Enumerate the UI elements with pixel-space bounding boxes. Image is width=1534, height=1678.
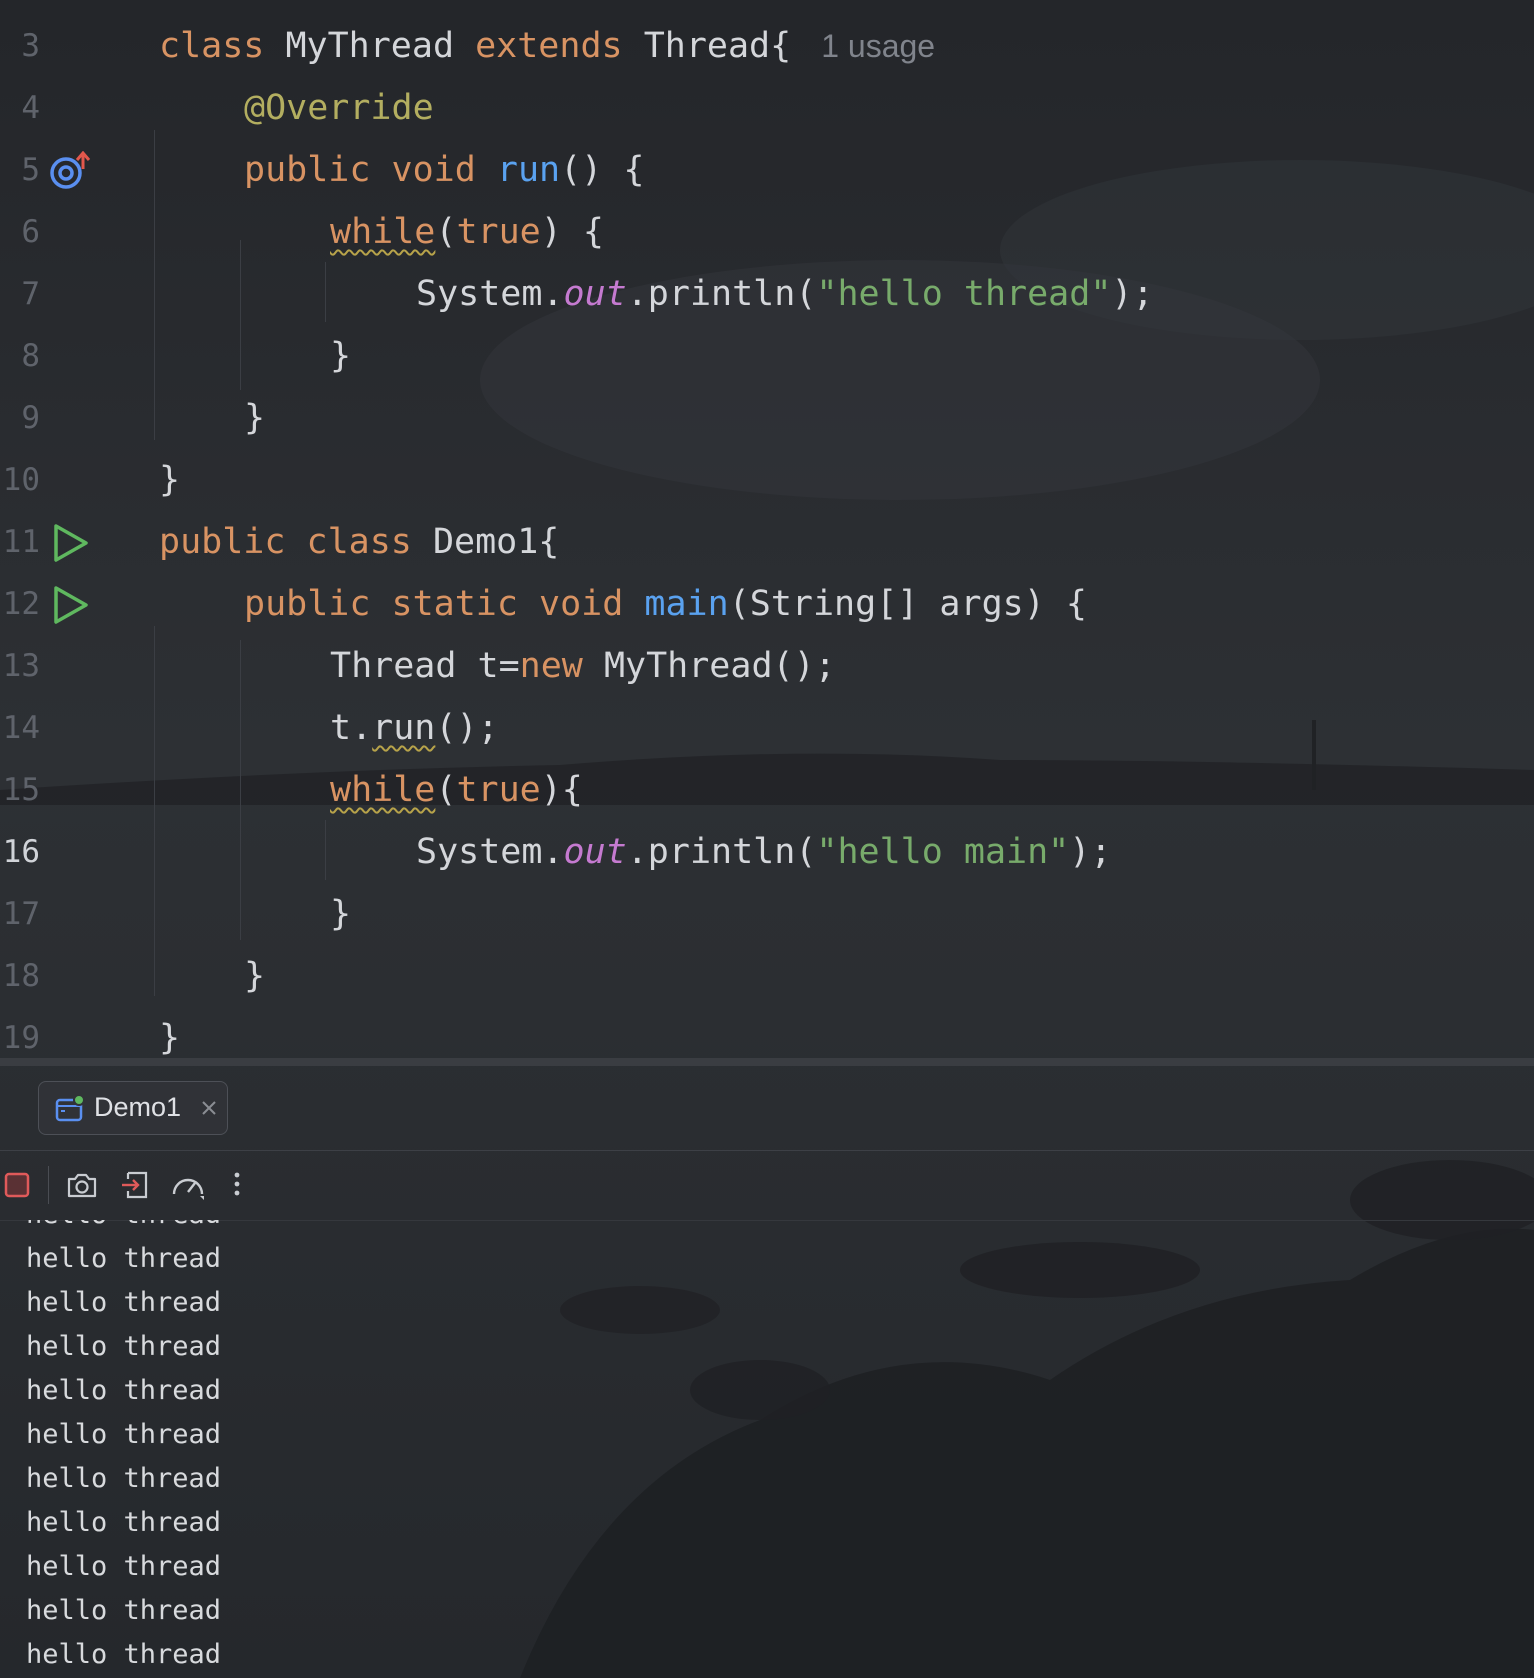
- code-text: }: [330, 336, 352, 376]
- code-text: public class Demo1{: [159, 522, 560, 562]
- line-number: 6: [21, 214, 40, 250]
- console-line: hello thread: [26, 1220, 221, 1237]
- code-line[interactable]: 7 System.out.println("hello thread");: [0, 263, 1534, 325]
- code-text: t.run();: [330, 708, 499, 748]
- console-line: hello thread: [26, 1551, 222, 1582]
- code-line[interactable]: 3 class MyThread extends Thread{1 usage: [0, 15, 1534, 77]
- code-line[interactable]: 11 public class Demo1{: [0, 511, 1534, 573]
- code-text: }: [159, 1018, 181, 1058]
- line-number: 7: [21, 276, 40, 312]
- run-tab-demo1[interactable]: Demo1: [38, 1081, 228, 1135]
- code-line[interactable]: 17 }: [0, 883, 1534, 945]
- more-options-icon[interactable]: [232, 1170, 242, 1204]
- usage-hint[interactable]: 1 usage: [821, 28, 935, 64]
- console-line: hello thread: [26, 1243, 222, 1274]
- line-number: 19: [2, 1020, 40, 1056]
- code-line[interactable]: 13 Thread t=new MyThread();: [0, 635, 1534, 697]
- console-line: hello thread: [26, 1375, 222, 1406]
- code-text: System.out.println("hello main");: [416, 832, 1112, 872]
- override-method-icon[interactable]: [50, 150, 92, 195]
- restore-layout-icon[interactable]: [120, 1170, 152, 1204]
- run-toolbar: [0, 1150, 1534, 1221]
- console-line: hello thread: [26, 1331, 222, 1362]
- line-number: 3: [21, 28, 40, 64]
- code-line[interactable]: 6 while(true) {: [0, 201, 1534, 263]
- code-text: public void run() {: [244, 150, 645, 190]
- line-number: 5: [21, 152, 40, 188]
- line-number: 13: [2, 648, 40, 684]
- camera-icon[interactable]: [66, 1170, 98, 1204]
- stop-icon[interactable]: [4, 1172, 30, 1202]
- console-line: hello thread: [26, 1595, 222, 1626]
- code-text: class MyThread extends Thread{1 usage: [159, 26, 936, 66]
- code-line[interactable]: 14 t.run();: [0, 697, 1534, 759]
- toolbar-separator: [48, 1166, 49, 1204]
- run-config-icon: [55, 1094, 85, 1128]
- line-number: 9: [21, 400, 40, 436]
- run-tool-window-tabs: Demo1: [0, 1066, 1534, 1151]
- code-text: }: [159, 460, 181, 500]
- profiler-gauge-icon[interactable]: [170, 1170, 206, 1206]
- code-line[interactable]: 18 }: [0, 945, 1534, 1007]
- code-text: while(true){: [330, 770, 583, 810]
- code-text: while(true) {: [330, 212, 604, 252]
- close-icon[interactable]: [199, 1098, 219, 1122]
- console-line: hello thread: [26, 1463, 222, 1494]
- console-line: hello thread: [26, 1419, 222, 1450]
- code-text: @Override: [244, 88, 434, 128]
- code-line[interactable]: 12 public static void main(String[] args…: [0, 573, 1534, 635]
- line-number: 12: [2, 586, 40, 622]
- code-line[interactable]: 5 public void run() {: [0, 139, 1534, 201]
- run-icon[interactable]: [52, 585, 90, 629]
- line-number: 15: [2, 772, 40, 808]
- code-line-current[interactable]: 16 System.out.println("hello main");: [0, 821, 1534, 883]
- run-icon[interactable]: [52, 523, 90, 567]
- console-line: hello thread: [26, 1507, 222, 1538]
- line-number: 8: [21, 338, 40, 374]
- line-number: 10: [2, 462, 40, 498]
- code-text: public static void main(String[] args) {: [244, 584, 1087, 624]
- line-number: 16: [2, 834, 40, 870]
- code-text: }: [244, 398, 266, 438]
- panel-splitter[interactable]: [0, 1058, 1534, 1066]
- line-number: 14: [2, 710, 40, 746]
- code-text: System.out.println("hello thread");: [416, 274, 1154, 314]
- line-number: 4: [21, 90, 40, 126]
- code-line[interactable]: 19 }: [0, 1007, 1534, 1058]
- run-tab-label: Demo1: [94, 1092, 182, 1122]
- code-line[interactable]: 4 @Override: [0, 77, 1534, 139]
- code-line[interactable]: 8 }: [0, 325, 1534, 387]
- code-text: }: [330, 894, 352, 934]
- code-editor[interactable]: 3 class MyThread extends Thread{1 usage …: [0, 0, 1534, 1058]
- code-line[interactable]: 9 }: [0, 387, 1534, 449]
- line-number: 17: [2, 896, 40, 932]
- console-line: hello thread: [26, 1639, 222, 1670]
- code-text: Thread t=new MyThread();: [330, 646, 836, 686]
- code-text: }: [244, 956, 266, 996]
- console-output[interactable]: hello thread hello thread hello thread h…: [0, 1220, 1534, 1678]
- line-number: 11: [2, 524, 40, 560]
- code-line[interactable]: 15 while(true){: [0, 759, 1534, 821]
- console-line: hello thread: [26, 1287, 222, 1318]
- code-line[interactable]: 10 }: [0, 449, 1534, 511]
- line-number: 18: [2, 958, 40, 994]
